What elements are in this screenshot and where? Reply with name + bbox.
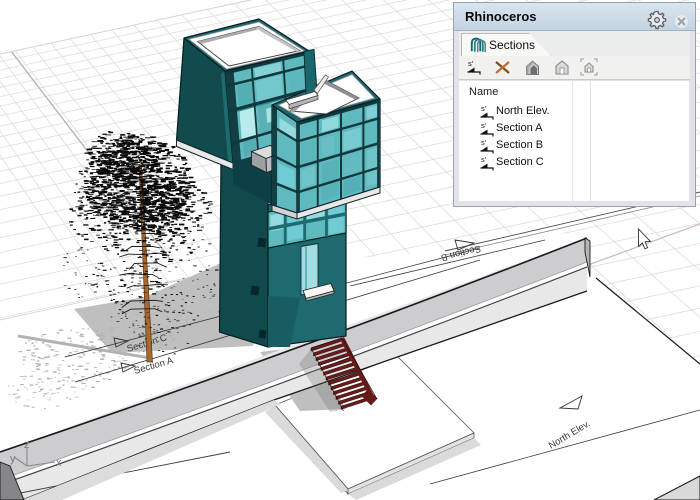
svg-text:s': s' xyxy=(468,59,474,68)
svg-text:s': s' xyxy=(481,138,487,147)
svg-text:s': s' xyxy=(481,155,487,164)
svg-text:z: z xyxy=(24,439,30,451)
svg-text:s': s' xyxy=(481,121,487,130)
svg-text:s': s' xyxy=(481,104,487,113)
svg-text:x: x xyxy=(56,457,62,469)
svg-text:y: y xyxy=(10,453,16,465)
